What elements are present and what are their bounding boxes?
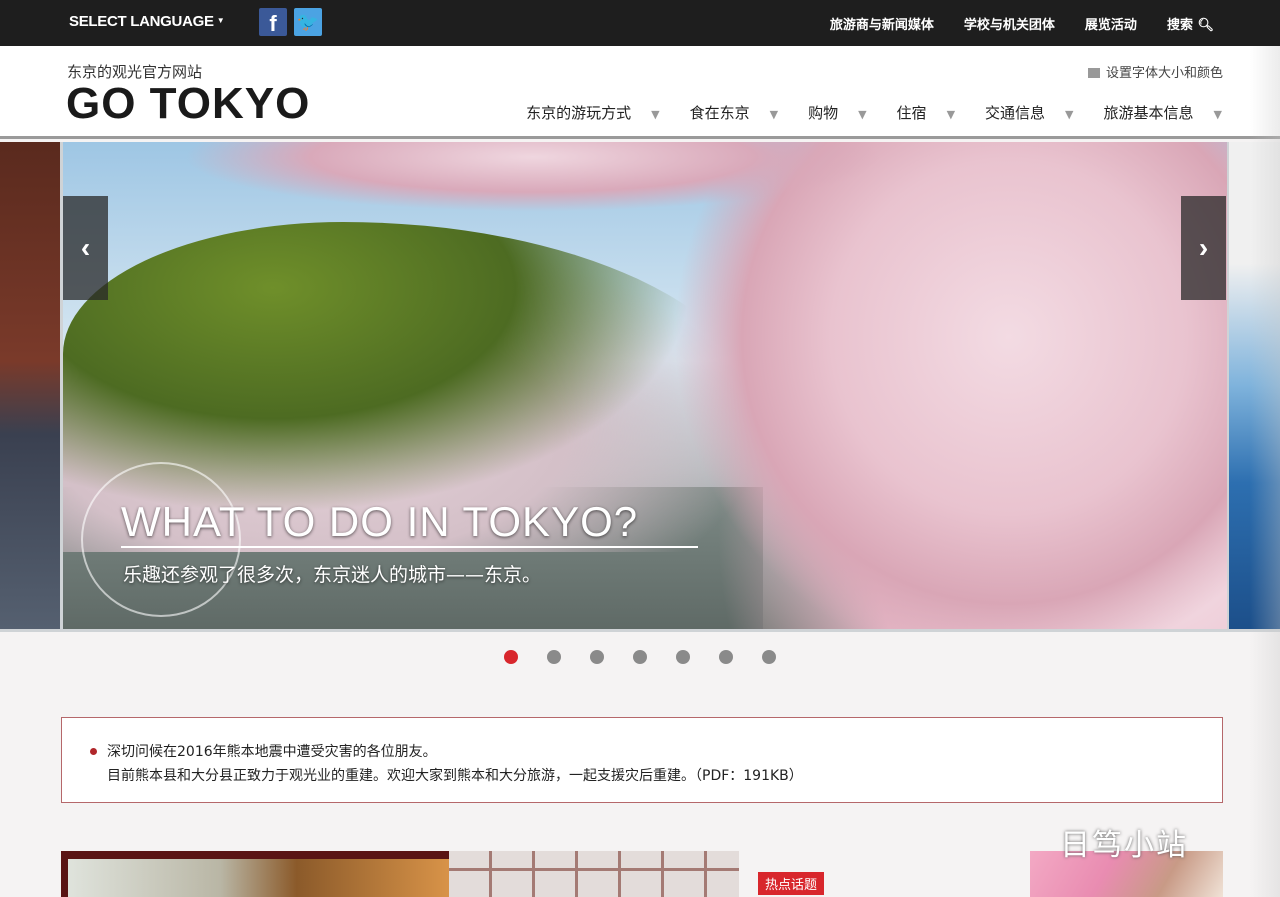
main-nav: 东京的游玩方式 ▼ 食在东京 ▼ 购物 ▼ 住宿 ▼ 交通信息 ▼ 旅游基本信息 ▼: [496, 102, 1222, 123]
notice-line-2-link[interactable]: 目前熊本县和大分县正致力于观光业的重建。欢迎大家到熊本和大分旅游，一起支援灾后重…: [107, 764, 1222, 788]
search-label: 搜索: [1166, 18, 1193, 33]
font-settings-link[interactable]: 设置字体大小和颜色: [1087, 62, 1223, 81]
cherry-blossom-top-image: [183, 142, 883, 212]
link-exhibitions[interactable]: 展览活动: [1085, 14, 1137, 33]
nav-item-accommodation[interactable]: 住宿 ▼: [897, 102, 955, 123]
carousel-dot-7[interactable]: [762, 650, 776, 664]
nav-item-transportation[interactable]: 交通信息 ▼: [985, 102, 1073, 123]
carousel-dot-3[interactable]: [590, 650, 604, 664]
go-tokyo-logo[interactable]: GO TOKYO: [66, 79, 310, 129]
select-language-dropdown[interactable]: SELECT LANGUAGE ▼: [69, 13, 225, 30]
hero-title: WHAT TO DO IN TOKYO?: [121, 498, 699, 548]
carousel-prev-button[interactable]: ‹: [63, 196, 108, 300]
dropdown-arrow-icon: ▼: [946, 108, 956, 121]
carousel-dot-4[interactable]: [633, 650, 647, 664]
hero-carousel: WHAT TO DO IN TOKYO? 乐趣还参观了很多次，东京迷人的城市——…: [0, 142, 1280, 632]
settings-icon: [1087, 68, 1100, 78]
facebook-icon[interactable]: f: [259, 8, 287, 36]
link-travel-trade-media[interactable]: 旅游商与新闻媒体: [830, 14, 934, 33]
dropdown-arrow-icon: ▼: [1065, 108, 1074, 121]
nav-item-travel-info[interactable]: 旅游基本信息 ▼: [1104, 102, 1222, 123]
dropdown-arrow-icon: ▼: [1213, 108, 1222, 121]
carousel-dot-6[interactable]: [719, 650, 733, 664]
feature-card-food[interactable]: [61, 851, 449, 897]
carousel-dot-2[interactable]: [547, 650, 561, 664]
site-header: 东京的观光官方网站 GO TOKYO 设置字体大小和颜色 东京的游玩方式 ▼ 食在…: [0, 46, 1280, 139]
carousel-pagination: [504, 650, 776, 664]
dropdown-arrow-icon: ▼: [769, 108, 779, 121]
bullet-icon: [90, 748, 97, 755]
previous-slide-preview: [0, 142, 60, 629]
twitter-icon[interactable]: 🐦: [294, 8, 322, 36]
search-icon: 🔍︎: [1197, 18, 1214, 33]
kumamoto-notice: 深切问候在2016年熊本地震中遭受灾害的各位朋友。 目前熊本县和大分县正致力于观…: [61, 717, 1223, 803]
caret-down-icon: ▼: [216, 16, 225, 25]
dropdown-arrow-icon: ▼: [858, 108, 867, 121]
cherry-blossom-branches-image: [673, 142, 1227, 629]
hero-subtitle: 乐趣还参观了很多次，东京迷人的城市——东京。: [123, 564, 542, 586]
hero-slide-cherry-blossoms[interactable]: WHAT TO DO IN TOKYO? 乐趣还参观了很多次，东京迷人的城市——…: [63, 142, 1227, 629]
carousel-dot-1[interactable]: [504, 650, 518, 664]
feature-card-interior[interactable]: [449, 851, 739, 897]
carousel-next-button[interactable]: ›: [1181, 196, 1226, 300]
hot-topics-badge: 热点话题: [758, 872, 825, 895]
search-button[interactable]: 搜索 🔍︎: [1167, 14, 1214, 33]
font-settings-label: 设置字体大小和颜色: [1105, 66, 1223, 81]
nav-item-ways-to-enjoy[interactable]: 东京的游玩方式 ▼: [526, 102, 659, 123]
nav-item-dining[interactable]: 食在东京 ▼: [690, 102, 778, 123]
language-label: SELECT LANGUAGE: [69, 13, 214, 30]
notice-line-1: 深切问候在2016年熊本地震中遭受灾害的各位朋友。: [107, 744, 437, 760]
link-schools-organizations[interactable]: 学校与机关团体: [964, 14, 1055, 33]
watermark: 日笃小站: [1060, 828, 1188, 863]
page-edge-shadow: [1250, 46, 1280, 897]
nav-item-shopping[interactable]: 购物 ▼: [808, 102, 866, 123]
food-image: [68, 859, 449, 897]
carousel-dot-5[interactable]: [676, 650, 690, 664]
dropdown-arrow-icon: ▼: [651, 108, 660, 121]
top-bar: SELECT LANGUAGE ▼ f 🐦 旅游商与新闻媒体 学校与机关团体 展览…: [0, 0, 1280, 46]
